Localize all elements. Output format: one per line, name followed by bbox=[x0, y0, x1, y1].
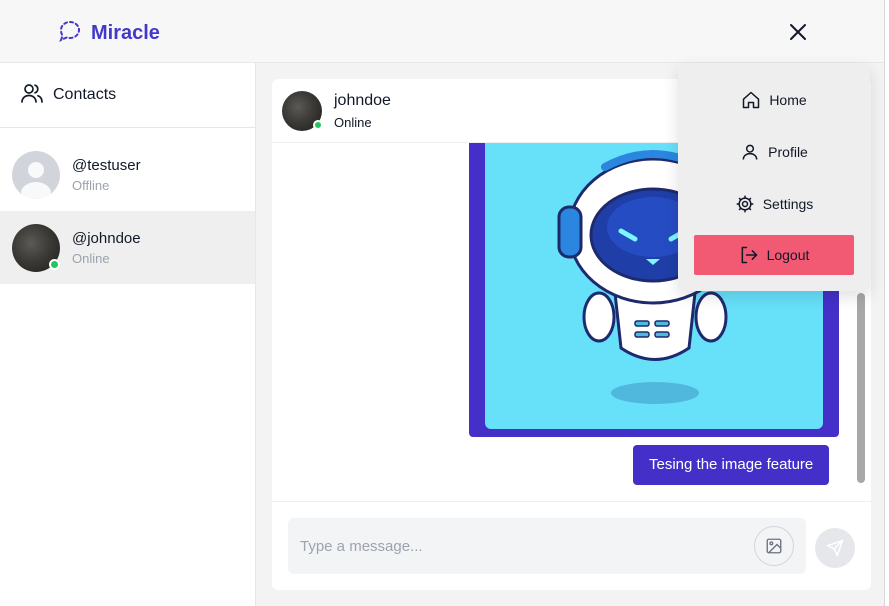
contact-list: @testuser Offline @johndoe Online bbox=[0, 128, 255, 284]
menu-item-home[interactable]: Home bbox=[678, 80, 870, 120]
message-composer bbox=[272, 501, 871, 590]
close-icon bbox=[790, 24, 806, 40]
send-icon bbox=[826, 539, 844, 557]
attach-image-button[interactable] bbox=[754, 526, 794, 566]
chat-bubble-icon bbox=[58, 19, 82, 48]
menu-label: Home bbox=[769, 92, 807, 108]
contact-status: Online bbox=[72, 250, 110, 266]
contact-status: Offline bbox=[72, 177, 110, 193]
contacts-title: Contacts bbox=[53, 86, 117, 103]
contact-item[interactable]: @testuser Offline bbox=[0, 138, 255, 211]
message-input[interactable] bbox=[300, 518, 740, 574]
text-message[interactable]: Tesing the image feature bbox=[633, 445, 830, 485]
contact-username: @johndoe bbox=[72, 229, 141, 247]
logout-icon bbox=[741, 246, 757, 264]
window-edge bbox=[884, 0, 889, 606]
menu-label: Settings bbox=[762, 196, 814, 212]
home-icon bbox=[743, 91, 760, 109]
avatar bbox=[12, 223, 60, 272]
menu-label: Profile bbox=[768, 144, 808, 160]
menu-item-profile[interactable]: Profile bbox=[678, 132, 870, 172]
avatar bbox=[12, 150, 60, 199]
message-box bbox=[288, 518, 806, 574]
online-indicator bbox=[49, 258, 60, 270]
send-button[interactable] bbox=[815, 528, 855, 568]
top-bar: Miracle bbox=[0, 0, 889, 63]
gear-icon bbox=[736, 195, 754, 213]
chat-username: johndoe bbox=[334, 91, 391, 109]
image-icon bbox=[766, 538, 782, 554]
chat-avatar bbox=[282, 90, 323, 131]
brand[interactable]: Miracle bbox=[58, 19, 160, 48]
app-name: Miracle bbox=[91, 22, 160, 44]
contact-item-active[interactable]: @johndoe Online bbox=[0, 211, 255, 284]
user-menu: Home Profile Settings Logout bbox=[678, 63, 870, 291]
close-menu-button[interactable] bbox=[784, 18, 812, 46]
user-icon bbox=[742, 144, 758, 160]
contact-username: @testuser bbox=[72, 156, 141, 174]
chat-status: Online bbox=[334, 114, 372, 130]
logout-button[interactable]: Logout bbox=[694, 235, 854, 275]
menu-label: Logout bbox=[766, 247, 810, 263]
users-icon bbox=[20, 81, 44, 110]
menu-item-settings[interactable]: Settings bbox=[678, 184, 870, 224]
contacts-sidebar: Contacts @testuser Offline @johndoe Onli… bbox=[0, 63, 256, 606]
contacts-header: Contacts bbox=[0, 63, 255, 128]
online-indicator bbox=[313, 119, 323, 130]
scrollbar-thumb[interactable] bbox=[857, 293, 865, 483]
